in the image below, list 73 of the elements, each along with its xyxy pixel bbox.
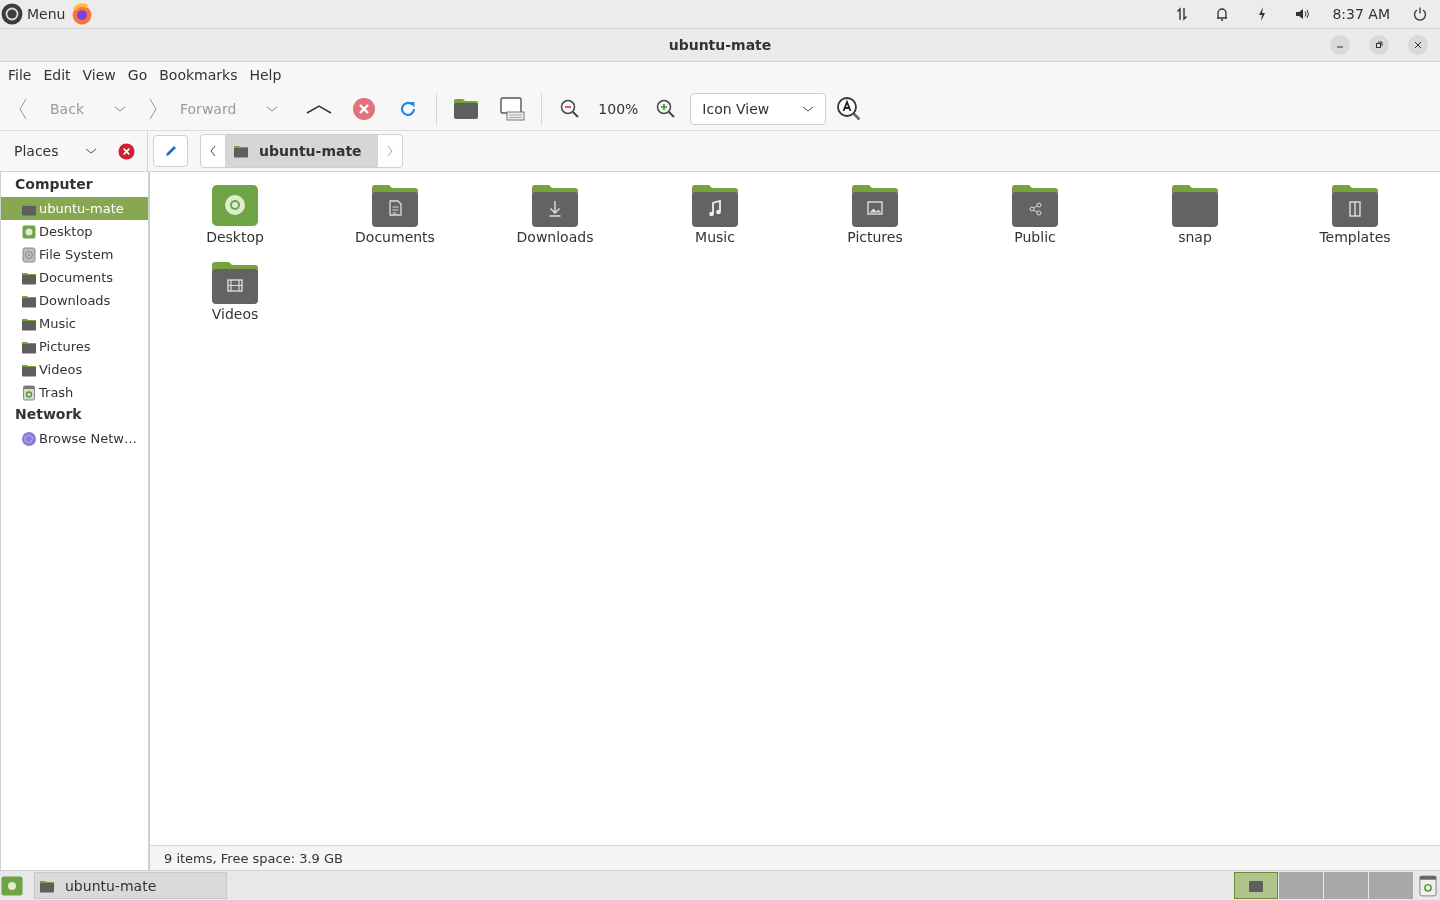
file-name: snap xyxy=(1178,229,1212,245)
stop-icon[interactable] xyxy=(352,97,377,121)
workspace-button[interactable] xyxy=(1234,872,1278,899)
folder-icon xyxy=(233,143,249,159)
caret-icon[interactable] xyxy=(266,105,279,113)
folder-icon xyxy=(1011,184,1059,228)
menu-item[interactable]: Go xyxy=(121,67,154,83)
folder-icon xyxy=(211,261,259,305)
menu-item[interactable]: Edit xyxy=(37,67,77,83)
folder-icon xyxy=(1171,184,1219,228)
taskbar-window-button[interactable]: ubuntu-mate xyxy=(34,872,227,899)
close-icon xyxy=(1413,40,1423,50)
window-title: ubuntu-mate xyxy=(668,37,772,53)
chevron-right-icon xyxy=(148,97,158,121)
power-icon[interactable] xyxy=(1412,6,1428,22)
folder-icon xyxy=(1331,184,1379,228)
desktop-folder-icon xyxy=(211,184,259,228)
drive-icon xyxy=(21,246,37,263)
volume-icon[interactable] xyxy=(1294,6,1311,22)
chevron-left-icon xyxy=(209,145,217,157)
sidebar-item[interactable]: Downloads xyxy=(1,289,148,312)
sidebar-item[interactable]: Desktop xyxy=(1,220,148,243)
close-button[interactable] xyxy=(1408,35,1428,55)
sidebar-item[interactable]: Pictures xyxy=(1,335,148,358)
sidebar-item[interactable]: Music xyxy=(1,312,148,335)
sidebar-item[interactable]: Videos xyxy=(1,358,148,381)
folder-icon[interactable] xyxy=(453,96,480,122)
file-name: Templates xyxy=(1319,229,1391,245)
trash-icon xyxy=(21,384,37,401)
places-dropdown[interactable]: Places xyxy=(14,143,97,159)
sidebar-heading: Network xyxy=(14,405,83,424)
file-name: Music xyxy=(695,229,735,245)
clock[interactable]: 8:37 AM xyxy=(1332,6,1390,22)
folder-icon xyxy=(371,184,419,228)
maximize-button[interactable] xyxy=(1369,35,1389,55)
minimize-button[interactable] xyxy=(1330,35,1350,55)
menu-item[interactable]: File xyxy=(2,67,38,83)
restore-icon xyxy=(1374,40,1384,50)
folder-icon xyxy=(851,184,899,228)
zoom-level[interactable]: 100% xyxy=(598,101,639,117)
sidebar-item[interactable]: Browse Netw… xyxy=(1,427,148,450)
file-name: Videos xyxy=(211,306,259,322)
path-button[interactable]: ubuntu-mate xyxy=(225,135,378,167)
file-name: Downloads xyxy=(516,229,594,245)
caret-icon[interactable] xyxy=(114,105,126,113)
file-name: Pictures xyxy=(847,229,903,245)
menu-item[interactable]: View xyxy=(76,67,122,83)
up-icon[interactable] xyxy=(306,103,333,115)
caret-icon xyxy=(84,147,97,155)
close-pane-icon[interactable] xyxy=(118,142,135,160)
chevron-right-icon xyxy=(385,145,394,157)
browser-icon[interactable] xyxy=(71,3,94,25)
sidebar-item[interactable]: Trash xyxy=(1,381,148,404)
file-name: Public xyxy=(1014,229,1056,245)
file-name: Desktop xyxy=(206,229,264,245)
menu-button[interactable]: Menu xyxy=(1,3,66,25)
globe-icon xyxy=(21,430,37,447)
search-icon[interactable] xyxy=(836,96,863,122)
desktop-icon xyxy=(21,223,37,240)
view-mode-dropdown[interactable]: Icon View xyxy=(690,93,827,125)
folder-icon xyxy=(691,184,739,228)
caret-icon xyxy=(802,105,815,113)
trash-icon[interactable] xyxy=(1419,874,1437,897)
computer-icon[interactable] xyxy=(499,96,526,122)
menu-item[interactable]: Bookmarks xyxy=(153,67,244,83)
file-name: Documents xyxy=(355,229,435,245)
sidebar-item[interactable]: File System xyxy=(1,243,148,266)
sidebar-heading: Computer xyxy=(14,175,94,194)
sidebar-item[interactable]: Documents xyxy=(1,266,148,289)
folder-icon xyxy=(531,184,579,228)
chevron-left-icon xyxy=(18,97,28,121)
status-bar: 9 items, Free space: 3.9 GB xyxy=(150,845,1440,870)
menu-item[interactable]: Help xyxy=(243,67,288,83)
